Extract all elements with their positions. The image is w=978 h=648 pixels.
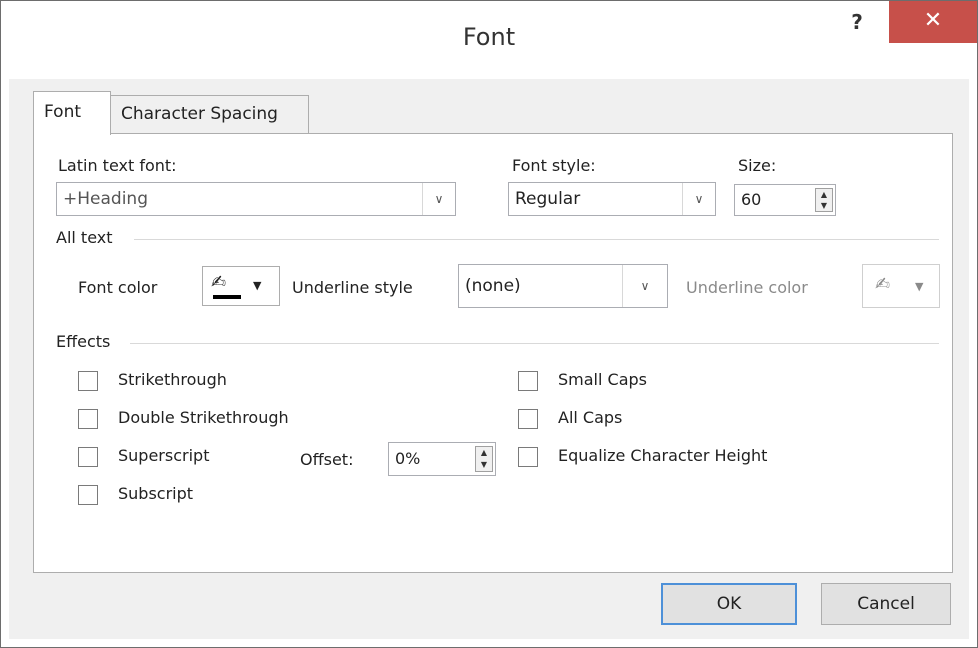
chevron-down-icon[interactable]: ∨: [422, 183, 455, 215]
dialog-body: Font Character Spacing Latin text font: …: [9, 79, 969, 639]
font-color-label: Font color: [78, 278, 158, 297]
double-strikethrough-label: Double Strikethrough: [118, 408, 289, 427]
strikethrough-checkbox[interactable]: [78, 371, 98, 391]
superscript-checkbox[interactable]: [78, 447, 98, 467]
close-button[interactable]: ✕: [889, 1, 977, 43]
title-bar: Font ? ✕: [1, 1, 977, 79]
all-caps-checkbox[interactable]: [518, 409, 538, 429]
section-divider: [134, 239, 939, 240]
dialog-title: Font: [462, 23, 516, 51]
size-value: 60: [741, 190, 762, 209]
chevron-down-icon[interactable]: ∨: [622, 265, 667, 307]
paint-bucket-icon: ✍: [875, 274, 891, 295]
spin-arrows-icon[interactable]: ▲ ▼: [815, 188, 833, 212]
font-dialog: Font ? ✕ Font Character Spacing Latin te…: [0, 0, 978, 648]
font-style-combo[interactable]: Regular ∨: [508, 182, 716, 216]
size-spinner[interactable]: 60 ▲ ▼: [734, 184, 836, 216]
tab-panel-font: Latin text font: +Heading ∨ Font style: …: [33, 133, 953, 573]
font-color-swatch: [213, 295, 241, 299]
spin-arrows-icon[interactable]: ▲ ▼: [475, 446, 493, 472]
size-label: Size:: [738, 156, 777, 175]
offset-value: 0%: [395, 449, 421, 468]
latin-font-combo[interactable]: +Heading ∨: [56, 182, 456, 216]
latin-font-label: Latin text font:: [58, 156, 177, 175]
all-text-heading: All text: [56, 228, 113, 247]
effects-heading: Effects: [56, 332, 111, 351]
underline-color-label: Underline color: [686, 278, 808, 297]
close-icon: ✕: [923, 8, 943, 33]
subscript-label: Subscript: [118, 484, 194, 503]
underline-color-button[interactable]: ✍ ▼: [862, 264, 940, 308]
caret-down-icon: ▼: [915, 280, 924, 293]
cancel-button[interactable]: Cancel: [821, 583, 951, 625]
double-strikethrough-checkbox[interactable]: [78, 409, 98, 429]
tab-font[interactable]: Font: [33, 91, 111, 135]
equalize-height-checkbox[interactable]: [518, 447, 538, 467]
font-style-value: Regular: [515, 189, 581, 209]
ok-button[interactable]: OK: [661, 583, 797, 625]
caret-down-icon: ▼: [253, 279, 262, 292]
underline-style-value: (none): [465, 276, 521, 296]
offset-spinner[interactable]: 0% ▲ ▼: [388, 442, 496, 476]
strikethrough-label: Strikethrough: [118, 370, 227, 389]
chevron-down-icon[interactable]: ∨: [682, 183, 715, 215]
subscript-checkbox[interactable]: [78, 485, 98, 505]
tab-character-spacing[interactable]: Character Spacing: [111, 95, 309, 133]
latin-font-value: +Heading: [63, 189, 148, 209]
font-style-label: Font style:: [512, 156, 596, 175]
superscript-label: Superscript: [118, 446, 210, 465]
small-caps-label: Small Caps: [558, 370, 647, 389]
font-color-button[interactable]: ✍ ▼: [202, 266, 280, 306]
equalize-height-label: Equalize Character Height: [558, 446, 768, 465]
underline-style-label: Underline style: [292, 278, 413, 297]
all-caps-label: All Caps: [558, 408, 623, 427]
underline-style-combo[interactable]: (none) ∨: [458, 264, 668, 308]
offset-label: Offset:: [300, 450, 354, 469]
help-button[interactable]: ?: [837, 9, 877, 37]
section-divider: [130, 343, 939, 344]
paint-bucket-icon: ✍: [211, 272, 227, 293]
small-caps-checkbox[interactable]: [518, 371, 538, 391]
